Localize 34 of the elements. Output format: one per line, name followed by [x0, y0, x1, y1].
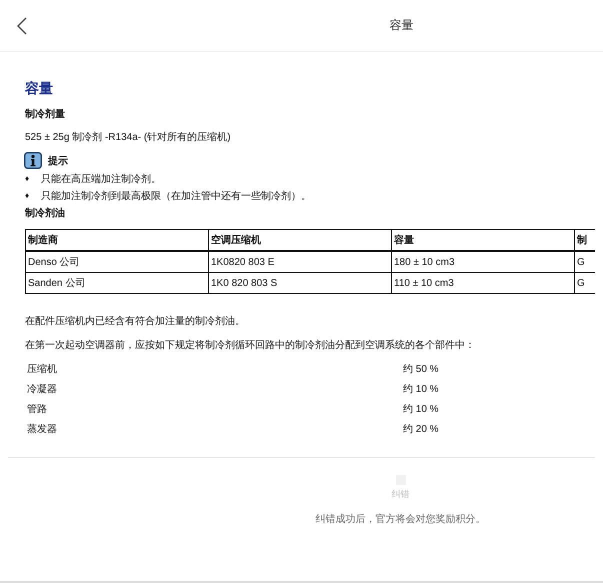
table-cell: 180 ± 10 cm3: [392, 251, 574, 272]
table-cell: 1K0 820 803 S: [208, 272, 392, 294]
correction-link[interactable]: 纠错: [392, 488, 410, 501]
part-name: 管路: [27, 403, 48, 416]
part-name: 压缩机: [27, 362, 58, 376]
table-cell: Denso 公司: [26, 251, 208, 272]
page-title: 容量: [390, 17, 414, 34]
oil-share: 约 20 %: [403, 423, 440, 436]
table-cell: Sanden 公司: [26, 272, 208, 294]
paragraph: 在第一次起动空调器前，应按如下规定将制冷剂循环回路中的制冷剂油分配到空调系统的各个部件中：: [25, 338, 476, 352]
oil-share: 约 10 %: [403, 403, 440, 416]
bullet-marker: ♦: [25, 191, 30, 200]
column-header: 制: [574, 230, 594, 251]
table-cell: 110 ± 10 cm3: [392, 272, 574, 294]
note-text: 只能加注制冷剂到最高极限（在加注管中还有一些制冷剂）。: [41, 190, 311, 202]
column-header: 空调压缩机: [208, 230, 392, 251]
oil-share: 约 10 %: [403, 383, 440, 396]
back-icon[interactable]: [17, 16, 27, 34]
section-heading: 容量: [25, 80, 54, 98]
column-header: 容量: [392, 230, 574, 251]
table-cell: 1K0820 803 E: [208, 251, 392, 272]
bullet-marker: ♦: [25, 174, 30, 183]
note-label: 提示: [48, 154, 68, 168]
reward-message: 纠错成功后，官方将会对您奖励积分。: [316, 512, 486, 526]
subsection-heading: 制冷剂油: [25, 206, 66, 220]
info-icon: [24, 152, 42, 169]
column-header: 制造商: [26, 230, 208, 251]
subsection-heading: 制冷剂量: [25, 108, 66, 121]
refrigerant-amount-text: 525 ± 25g 制冷剂 -R134a- (针对所有的压缩机): [25, 130, 232, 144]
note-text: 只能在高压端加注制冷剂。: [41, 172, 161, 186]
part-name: 冷凝器: [27, 382, 58, 396]
paragraph: 在配件压缩机内已经含有符合加注量的制冷剂油。: [25, 314, 246, 328]
part-name: 蒸发器: [27, 422, 58, 436]
oil-share: 约 50 %: [403, 363, 440, 376]
